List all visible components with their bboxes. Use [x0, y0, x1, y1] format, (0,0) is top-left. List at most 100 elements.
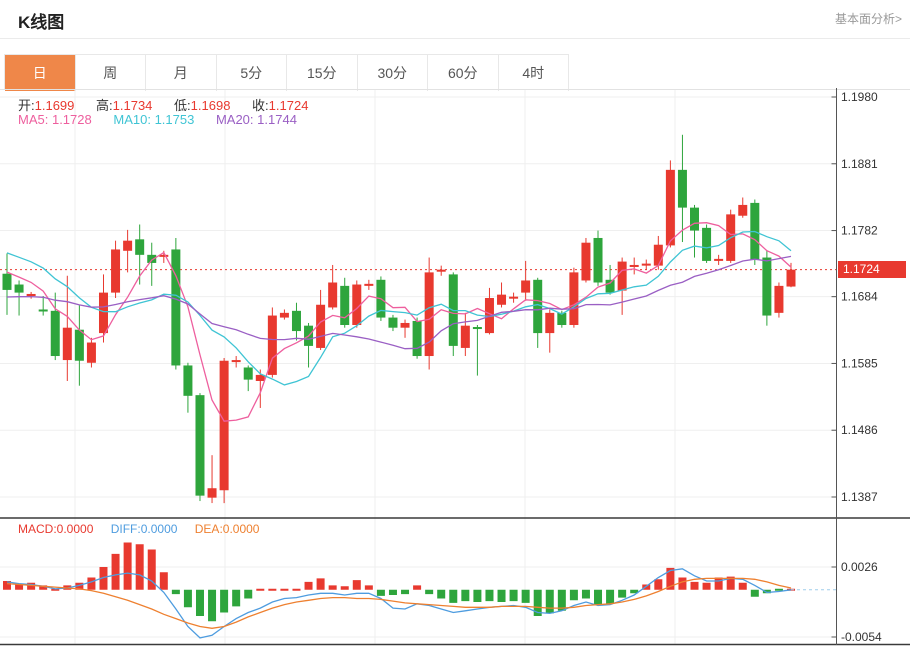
candle-body: [413, 321, 422, 356]
candle-body: [39, 309, 48, 311]
macd-bar: [280, 589, 288, 591]
candle-body: [87, 343, 96, 363]
candle-body: [147, 255, 156, 263]
candle-body: [51, 311, 60, 356]
macd-bar: [461, 590, 469, 601]
candle-body: [328, 282, 337, 307]
macd-axis-label: 0.0026: [841, 560, 878, 574]
y-axis-label: 1.1881: [841, 157, 878, 171]
macd-readout: MACD:0.0000 DIFF:0.0000 DEA:0.0000: [18, 522, 273, 536]
macd-bar: [268, 589, 276, 591]
diff-value: 0.0000: [141, 522, 178, 536]
macd-bar: [582, 590, 590, 599]
candle-body: [63, 328, 72, 360]
tab-15min[interactable]: 15分: [287, 55, 358, 91]
candle-body: [232, 360, 241, 362]
candle-body: [509, 297, 518, 299]
macd-bar: [606, 590, 614, 604]
candle-body: [714, 259, 723, 261]
ma-line-10: [7, 232, 791, 385]
ma5-label: MA5:: [18, 112, 48, 127]
ma10-label: MA10:: [113, 112, 151, 127]
candle-body: [388, 318, 397, 328]
y-axis-label: 1.1486: [841, 423, 878, 437]
macd-bar: [389, 590, 397, 595]
macd-bar: [341, 586, 349, 590]
tab-30min[interactable]: 30分: [358, 55, 429, 91]
macd-bar: [196, 590, 204, 616]
price-axis: 1.19801.18811.17821.16841.15851.14861.13…: [832, 88, 883, 645]
macd-bar: [546, 590, 554, 614]
ma5-value: 1.1728: [52, 112, 92, 127]
candle-body: [787, 270, 796, 287]
high-value: 1.1734: [113, 98, 153, 113]
macd-bar: [703, 583, 711, 590]
macd-bar: [401, 590, 409, 594]
macd-bar: [112, 554, 120, 590]
ma-readout: MA5: 1.1728 MA10: 1.1753 MA20: 1.1744: [18, 112, 315, 127]
page-title: K线图: [18, 8, 64, 33]
macd-bar: [353, 580, 361, 590]
tab-week[interactable]: 周: [76, 55, 147, 91]
dea-value: 0.0000: [223, 522, 260, 536]
macd-bar: [751, 590, 759, 597]
macd-label: MACD:: [18, 522, 57, 536]
macd-bar: [172, 590, 180, 594]
header-divider: [0, 38, 910, 39]
macd-bar: [654, 579, 662, 590]
macd-bar: [136, 544, 144, 590]
macd-bar: [184, 590, 192, 608]
candle-body: [99, 293, 108, 333]
candle-body: [208, 488, 217, 497]
candle-body: [340, 286, 349, 325]
candle-body: [220, 361, 229, 491]
candle-body: [738, 205, 747, 216]
macd-axis-label: -0.0054: [841, 630, 882, 644]
macd-bar: [220, 590, 228, 613]
candles-layer: [3, 135, 796, 503]
macd-bar: [570, 590, 578, 601]
candle-body: [461, 326, 470, 348]
macd-bar: [715, 578, 723, 590]
macd-bar: [678, 578, 686, 590]
low-label: 低:: [174, 98, 191, 113]
macd-bar: [739, 583, 747, 590]
macd-bar: [329, 585, 337, 589]
kline-chart[interactable]: 1.19801.18811.17821.16841.15851.14861.13…: [0, 88, 910, 646]
y-axis-label: 1.1387: [841, 490, 878, 504]
tab-day[interactable]: 日: [5, 55, 76, 91]
candle-body: [642, 264, 651, 266]
macd-bar: [160, 572, 168, 590]
macd-bar: [377, 590, 385, 596]
high-label: 高:: [96, 98, 113, 113]
tab-60min[interactable]: 60分: [428, 55, 499, 91]
candle-body: [437, 270, 446, 272]
macd-histogram: [3, 543, 795, 622]
candle-body: [762, 258, 771, 316]
candle-body: [581, 243, 590, 281]
ma10-value: 1.1753: [155, 112, 195, 127]
open-label: 开:: [18, 98, 35, 113]
macd-bar: [232, 590, 240, 607]
candle-body: [15, 285, 24, 293]
candle-body: [774, 286, 783, 313]
ma20-label: MA20:: [216, 112, 254, 127]
fundamental-analysis-link[interactable]: 基本面分析>: [835, 10, 902, 27]
macd-bar: [498, 590, 506, 602]
y-axis-label: 1.1585: [841, 356, 878, 370]
tab-month[interactable]: 月: [146, 55, 217, 91]
kline-page: K线图 基本面分析> 日 周 月 5分 15分 30分 60分 4时 1.198…: [0, 0, 910, 646]
macd-bar: [305, 582, 313, 590]
candle-body: [678, 170, 687, 208]
y-axis-label: 1.1782: [841, 224, 878, 238]
macd-bar: [485, 590, 493, 601]
tab-5min[interactable]: 5分: [217, 55, 288, 91]
candle-body: [533, 280, 542, 333]
candle-body: [654, 245, 663, 266]
candle-body: [135, 239, 144, 255]
candle-body: [594, 238, 603, 283]
candle-body: [3, 274, 12, 290]
candle-body: [171, 249, 180, 365]
tab-4hour[interactable]: 4时: [499, 55, 570, 91]
candle-body: [244, 367, 253, 379]
